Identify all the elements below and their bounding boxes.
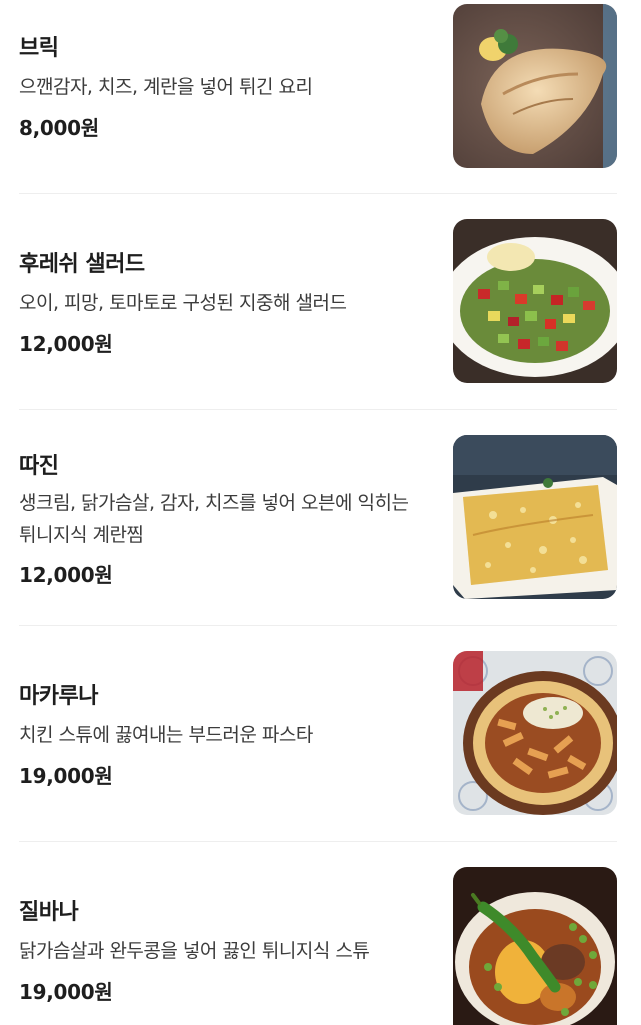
menu-item-photo[interactable] bbox=[453, 4, 617, 168]
menu-item-description: 치킨 스튜에 끓여내는 부드러운 파스타 bbox=[19, 724, 313, 746]
menu-item-price: 19,000원 bbox=[19, 764, 113, 788]
menu-item[interactable]: 따진 생크림, 닭가슴살, 감자, 치즈를 넣어 오븐에 익히는 튀니지식 계란… bbox=[0, 410, 641, 625]
menu-item-photo[interactable] bbox=[453, 219, 617, 383]
jelbana-photo-image bbox=[453, 867, 617, 1025]
menu-item-name: 따진 bbox=[19, 454, 59, 479]
menu-item-price: 12,000원 bbox=[19, 563, 113, 587]
menu-item-name: 질바나 bbox=[19, 900, 79, 925]
menu-item-photo[interactable] bbox=[453, 867, 617, 1025]
menu-item-description: 생크림, 닭가슴살, 감자, 치즈를 넣어 오븐에 익히는 튀니지식 계란찜 bbox=[19, 492, 409, 546]
menu-item-description: 으깬감자, 치즈, 계란을 넣어 튀긴 요리 bbox=[19, 76, 313, 98]
menu-item-description: 오이, 피망, 토마토로 구성된 지중해 샐러드 bbox=[19, 292, 347, 314]
menu-item-description: 닭가슴살과 완두콩을 넣어 끓인 튀니지식 스튜 bbox=[19, 940, 370, 962]
menu-item-name: 마카루나 bbox=[19, 684, 98, 709]
menu-item[interactable]: 브릭 으깬감자, 치즈, 계란을 넣어 튀긴 요리 8,000원 bbox=[0, 0, 641, 193]
makaruna-photo-image bbox=[453, 651, 617, 815]
menu-item-price: 12,000원 bbox=[19, 332, 113, 356]
menu-item-photo[interactable] bbox=[453, 435, 617, 599]
menu-item-name: 후레쉬 샐러드 bbox=[19, 252, 145, 277]
menu-item[interactable]: 후레쉬 샐러드 오이, 피망, 토마토로 구성된 지중해 샐러드 12,000원 bbox=[0, 194, 641, 409]
menu-item[interactable]: 마카루나 치킨 스튜에 끓여내는 부드러운 파스타 19,000원 bbox=[0, 626, 641, 841]
brik-photo-image bbox=[453, 4, 617, 168]
fresh-salad-photo-image bbox=[453, 219, 617, 383]
tajine-photo-image bbox=[453, 435, 617, 599]
menu-item-photo[interactable] bbox=[453, 651, 617, 815]
menu-item[interactable]: 질바나 닭가슴살과 완두콩을 넣어 끓인 튀니지식 스튜 19,000원 bbox=[0, 842, 641, 1025]
menu-item-name: 브릭 bbox=[19, 36, 59, 61]
menu-item-price: 8,000원 bbox=[19, 116, 99, 140]
menu-list: 브릭 으깬감자, 치즈, 계란을 넣어 튀긴 요리 8,000원 후레쉬 샐러드… bbox=[0, 0, 641, 1025]
menu-item-price: 19,000원 bbox=[19, 980, 113, 1004]
